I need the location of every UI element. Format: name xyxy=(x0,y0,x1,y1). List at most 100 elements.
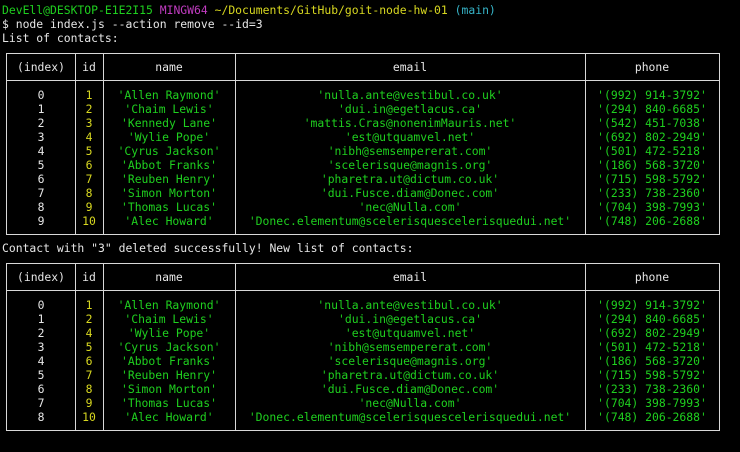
deleted-message: Contact with "3" deleted successfully! N… xyxy=(2,241,414,255)
cell-email: 'Donec.elementum@scelerisquescelerisqued… xyxy=(248,214,572,228)
cell-email: 'nulla.ante@vestibul.co.uk' xyxy=(317,88,503,102)
cell-email: 'dui.Fusce.diam@Donec.com' xyxy=(320,382,500,396)
cell-id: 8 xyxy=(85,186,93,200)
cell-name: 'Abbot Franks' xyxy=(120,354,217,368)
command-line: $ node index.js --action remove --id=3 xyxy=(2,17,263,31)
cell-email: 'nulla.ante@vestibul.co.uk' xyxy=(317,298,503,312)
cell-index: 7 xyxy=(37,396,45,410)
cell-email: 'Donec.elementum@scelerisquescelerisqued… xyxy=(248,410,572,424)
cell-email: 'nec@Nulla.com' xyxy=(358,396,462,410)
cell-email: 'est@utquamvel.net' xyxy=(344,130,476,144)
cell-id: 5 xyxy=(85,340,93,354)
cell-id: 7 xyxy=(85,172,93,186)
cell-phone: '(692) 802-2949' xyxy=(597,326,707,340)
cell-id: 9 xyxy=(85,396,93,410)
cell-id: 10 xyxy=(82,214,96,228)
cell-id: 1 xyxy=(85,298,93,312)
cell-name: 'Reuben Henry' xyxy=(120,172,217,186)
header-email: email xyxy=(392,270,428,284)
header-email: email xyxy=(392,60,428,74)
cell-id: 6 xyxy=(85,354,93,368)
cell-email: 'scelerisque@magnis.org' xyxy=(327,158,493,172)
updated-contacts-table: (index) id name email phone 0 1 'Allen Raymond'… xyxy=(6,263,720,431)
cell-id: 4 xyxy=(85,326,93,340)
cell-index: 3 xyxy=(37,340,45,354)
header-index: (index) xyxy=(16,60,65,74)
cell-name: 'Thomas Lucas' xyxy=(120,396,217,410)
cell-name: 'Alec Howard' xyxy=(124,410,214,424)
cell-index: 6 xyxy=(37,382,45,396)
cell-index: 8 xyxy=(37,410,45,424)
user-host: DevEll@DESKTOP-E1E2I15 xyxy=(2,3,153,17)
cell-phone: '(992) 914-3792' xyxy=(597,298,707,312)
cell-name: 'Thomas Lucas' xyxy=(120,200,217,214)
cell-phone: '(748) 206-2688' xyxy=(597,410,707,424)
cell-id: 2 xyxy=(85,312,93,326)
header-index: (index) xyxy=(16,270,65,284)
cell-phone: '(294) 840-6685' xyxy=(597,312,707,326)
cell-index: 0 xyxy=(37,88,45,102)
cell-id: 6 xyxy=(85,158,93,172)
cell-id: 5 xyxy=(85,144,93,158)
cell-name: 'Allen Raymond' xyxy=(117,88,221,102)
cell-email: 'nec@Nulla.com' xyxy=(358,200,462,214)
cell-phone: '(715) 598-5792' xyxy=(597,172,707,186)
cell-id: 7 xyxy=(85,368,93,382)
cell-name: 'Allen Raymond' xyxy=(117,298,221,312)
cell-name: 'Simon Morton' xyxy=(120,186,217,200)
cell-index: 0 xyxy=(37,298,45,312)
cell-name: 'Wylie Pope' xyxy=(127,130,211,144)
cell-email: 'nibh@semsempererat.com' xyxy=(327,144,493,158)
cell-name: 'Wylie Pope' xyxy=(127,326,211,340)
cell-index: 9 xyxy=(37,214,45,228)
cell-phone: '(186) 568-3720' xyxy=(597,354,707,368)
header-name: name xyxy=(155,60,183,74)
header-phone: phone xyxy=(634,60,670,74)
cell-id: 4 xyxy=(85,130,93,144)
cell-name: 'Simon Morton' xyxy=(120,382,217,396)
cell-phone: '(692) 802-2949' xyxy=(597,130,707,144)
cell-index: 2 xyxy=(37,116,45,130)
cell-email: 'scelerisque@magnis.org' xyxy=(327,354,493,368)
header-name: name xyxy=(155,270,183,284)
contacts-table: (index) id name email phone 0 1 'Allen Raymond'… xyxy=(6,53,720,235)
cell-name: 'Cyrus Jackson' xyxy=(117,340,221,354)
cell-index: 2 xyxy=(37,326,45,340)
cell-email: 'pharetra.ut@dictum.co.uk' xyxy=(320,368,500,382)
cell-id: 10 xyxy=(82,410,96,424)
prompt-line: DevEll@DESKTOP-E1E2I15 MINGW64 ~/Documen… xyxy=(2,3,496,17)
cell-phone: '(501) 472-5218' xyxy=(597,144,707,158)
cell-email: 'dui.Fusce.diam@Donec.com' xyxy=(320,186,500,200)
terminal-window[interactable]: DevEll@DESKTOP-E1E2I15 MINGW64 ~/Documen… xyxy=(0,0,740,452)
cell-id: 2 xyxy=(85,102,93,116)
cell-index: 1 xyxy=(37,312,45,326)
cell-phone: '(992) 914-3792' xyxy=(597,88,707,102)
cell-id: 1 xyxy=(85,88,93,102)
cell-id: 9 xyxy=(85,200,93,214)
cell-name: 'Cyrus Jackson' xyxy=(117,144,221,158)
cell-index: 8 xyxy=(37,200,45,214)
cell-phone: '(186) 568-3720' xyxy=(597,158,707,172)
header-phone: phone xyxy=(634,270,670,284)
cell-email: 'pharetra.ut@dictum.co.uk' xyxy=(320,172,500,186)
cell-name: 'Reuben Henry' xyxy=(120,368,217,382)
cell-index: 4 xyxy=(37,144,45,158)
cell-email: 'nibh@semsempererat.com' xyxy=(327,340,493,354)
cell-phone: '(704) 398-7993' xyxy=(597,396,707,410)
cell-email: 'dui.in@egetlacus.ca' xyxy=(337,312,482,326)
cell-id: 3 xyxy=(85,116,93,130)
cell-phone: '(715) 598-5792' xyxy=(597,368,707,382)
cell-name: 'Abbot Franks' xyxy=(120,158,217,172)
cell-phone: '(748) 206-2688' xyxy=(597,214,707,228)
cell-index: 1 xyxy=(37,102,45,116)
cell-index: 7 xyxy=(37,186,45,200)
cell-phone: '(233) 738-2360' xyxy=(597,382,707,396)
cell-id: 8 xyxy=(85,382,93,396)
cell-name: 'Chaim Lewis' xyxy=(124,102,214,116)
header-id: id xyxy=(82,60,96,74)
cell-phone: '(501) 472-5218' xyxy=(597,340,707,354)
cell-name: 'Chaim Lewis' xyxy=(124,312,214,326)
cell-name: 'Kennedy Lane' xyxy=(120,116,217,130)
cell-index: 5 xyxy=(37,158,45,172)
cell-phone: '(542) 451-7038' xyxy=(597,116,707,130)
